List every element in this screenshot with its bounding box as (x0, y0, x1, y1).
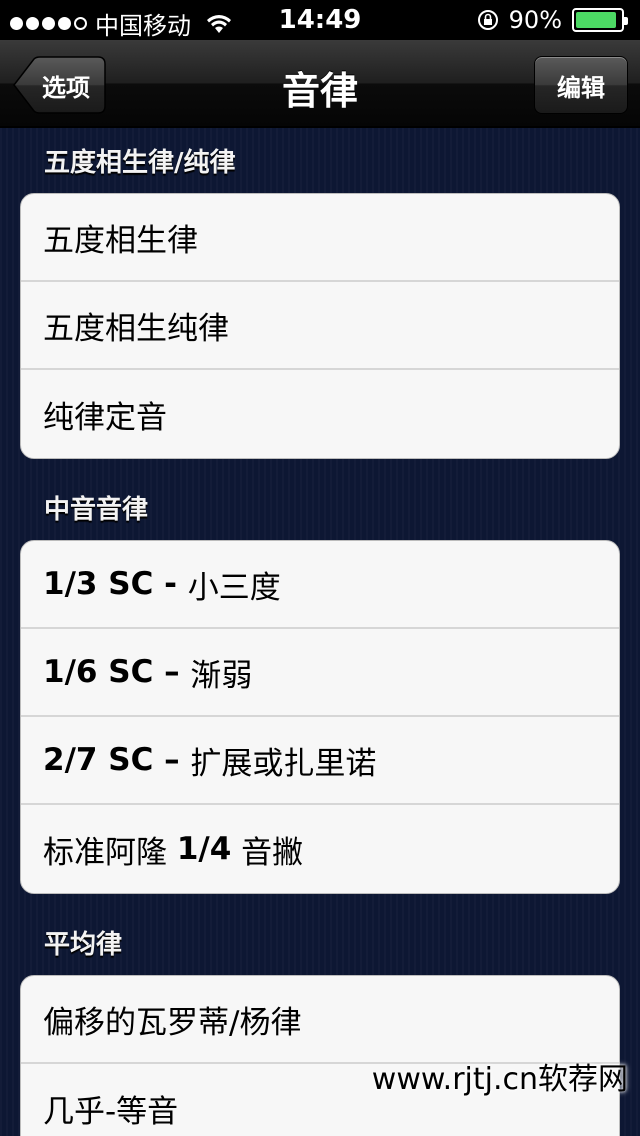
table-row[interactable]: 标准阿隆 1/4 音撇 (21, 805, 619, 893)
table-row[interactable]: 纯律定音 (21, 370, 619, 458)
battery-fill (576, 12, 616, 28)
section-header: 五度相生律/纯律 (44, 148, 236, 178)
row-label: 纯律定音 (43, 399, 167, 436)
status-bar: 中国移动 14:49 90% (0, 0, 640, 40)
row-label: 音撇 (231, 834, 304, 871)
table-row[interactable]: 偏移的瓦罗蒂/杨律 (21, 976, 619, 1064)
row-label: 几乎-等音 (43, 1093, 179, 1130)
row-label: 1/6 SC – (43, 654, 191, 690)
table-group: 五度相生律五度相生纯律 纯律定音 (20, 193, 620, 459)
row-label: 扩展或扎里诺 (190, 745, 377, 782)
row-label: 小三度 (187, 569, 281, 606)
row-label: 偏移的瓦罗蒂/杨律 (43, 1004, 302, 1041)
row-label: 渐弱 (190, 657, 253, 694)
row-label: 标准阿隆 (43, 834, 177, 871)
table-group: 1/3 SC - 小三度 1/6 SC – 渐弱 2/7 SC – 扩展或扎里诺 标准… (20, 540, 620, 894)
row-label: 1/4 (176, 831, 232, 867)
temperament-list: 五度相生律/纯律 五度相生律 五度相生纯律 纯律定音 中音音律 1/3 SC - 小三度 1… (0, 130, 640, 1136)
battery-icon (572, 8, 628, 32)
status-right: 90% (477, 6, 628, 34)
battery-percent: 90% (508, 6, 562, 34)
table-row[interactable]: 五度相生纯律 (21, 282, 619, 370)
navigation-bar: 选项 音律 编辑 (0, 40, 640, 128)
watermark: www.rjtj.cn软荐网 (371, 1062, 628, 1097)
table-row[interactable]: 1/6 SC – 渐弱 (21, 629, 619, 717)
rotation-lock-icon (477, 10, 498, 30)
row-label: 2/7 SC – (43, 742, 191, 778)
row-label: 五度相生律 (43, 222, 198, 259)
table-row[interactable]: 1/3 SC - 小三度 (21, 541, 619, 629)
row-label: 1/3 SC - (43, 566, 188, 602)
edit-button[interactable]: 编辑 (534, 56, 628, 114)
edit-button-label: 编辑 (557, 73, 605, 102)
table-row[interactable]: 五度相生律 (21, 194, 619, 282)
row-label: 五度相生纯律 (43, 310, 229, 347)
section-header: 中音音律 (44, 495, 149, 525)
table-row[interactable]: 2/7 SC – 扩展或扎里诺 (21, 717, 619, 805)
section-header: 平均律 (44, 930, 123, 960)
